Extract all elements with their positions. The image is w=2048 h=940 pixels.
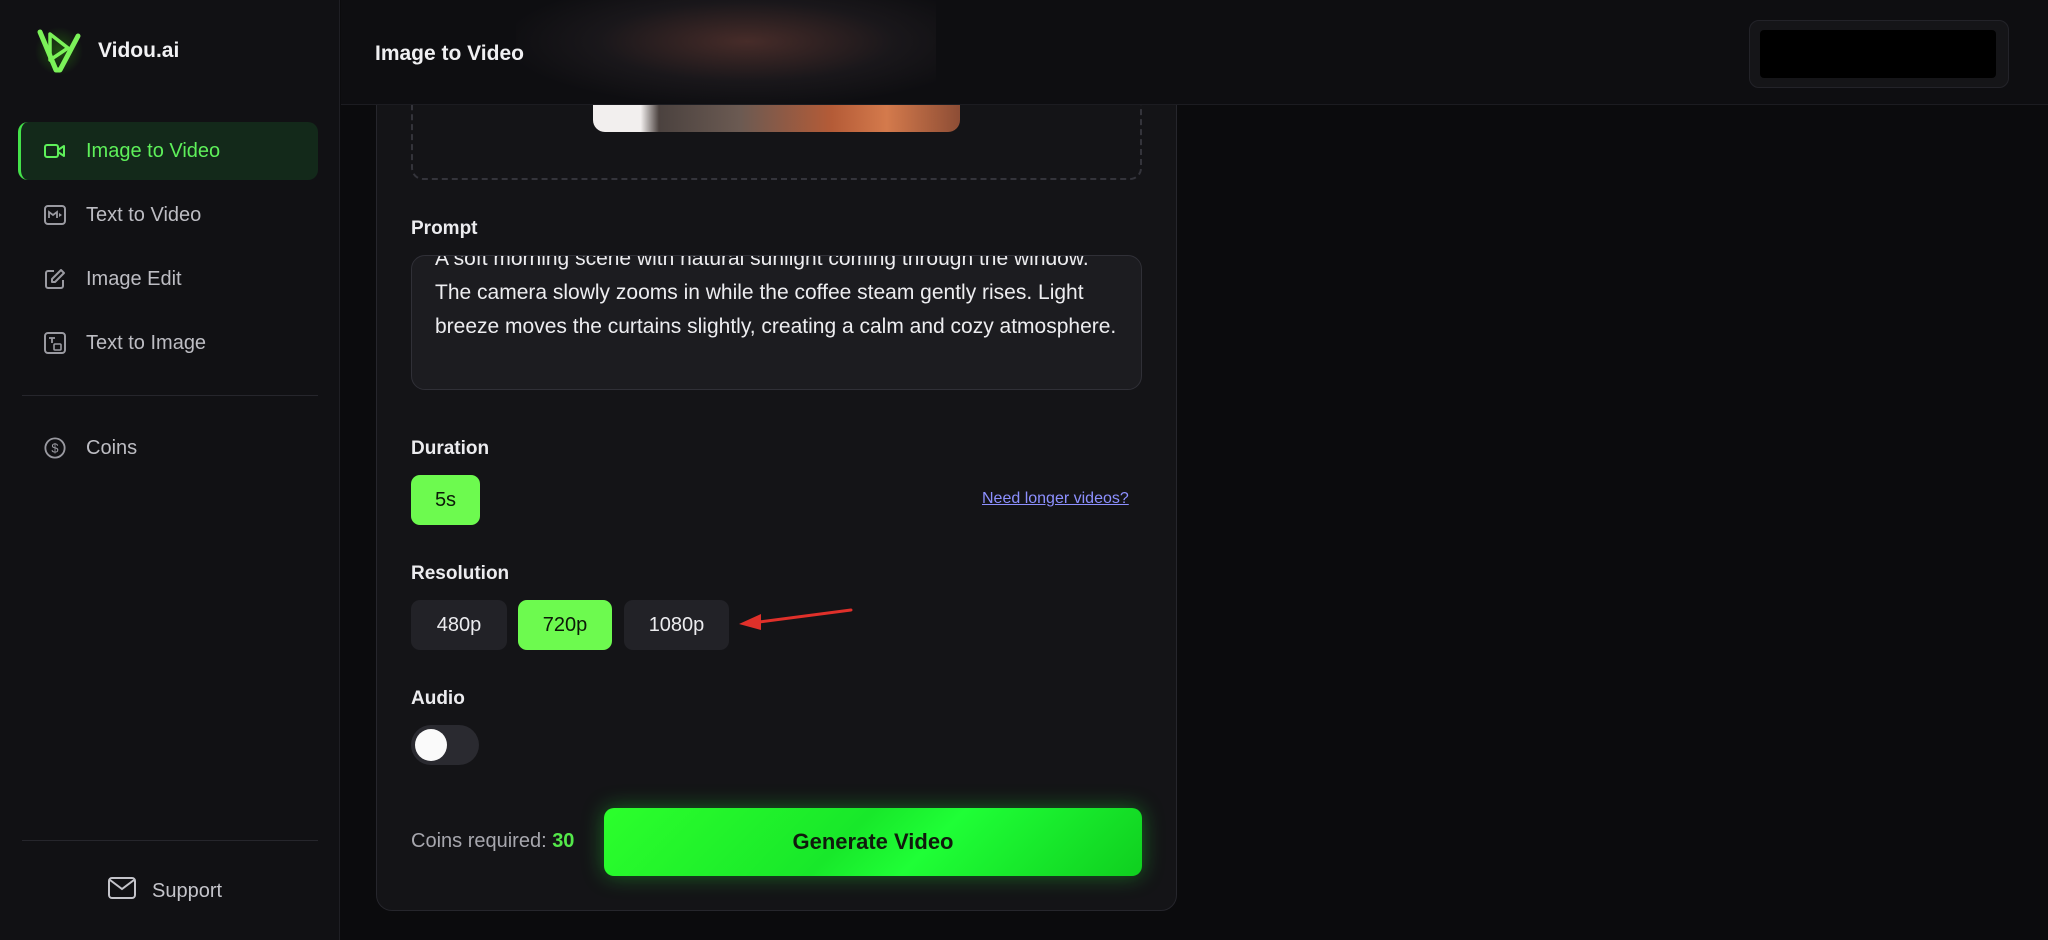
sidebar-item-text-to-image[interactable]: Text to Image: [18, 314, 318, 372]
audio-label: Audio: [411, 688, 465, 709]
sidebar-item-label: Text to Image: [86, 331, 207, 354]
sidebar-item-label: Text to Video: [86, 203, 202, 226]
top-header: Image to Video: [341, 0, 2048, 105]
header-account-area[interactable]: [1749, 20, 2009, 88]
duration-option-5s[interactable]: 5s: [411, 475, 480, 525]
sidebar-item-coins[interactable]: $ Coins: [18, 419, 318, 477]
duration-label: Duration: [411, 438, 490, 459]
resolution-option-720p[interactable]: 720p: [518, 600, 612, 650]
sidebar-item-label: Image Edit: [86, 267, 182, 290]
header-image-glow: [516, 0, 936, 104]
dollar-coin-icon: $: [44, 437, 66, 459]
app-name: Vidou.ai: [98, 39, 180, 62]
resolution-label: Resolution: [411, 563, 510, 584]
sidebar: Vidou.ai Image to Video Text to Video Im…: [0, 0, 340, 940]
text-video-icon: [44, 204, 66, 226]
need-longer-videos-link[interactable]: Need longer videos?: [982, 490, 1129, 508]
resolution-option-1080p[interactable]: 1080p: [624, 600, 729, 650]
video-camera-icon: [44, 140, 66, 162]
audio-toggle[interactable]: [411, 725, 479, 765]
sidebar-coins: $ Coins: [18, 419, 318, 483]
annotation-arrow: [739, 608, 853, 630]
sidebar-item-label: Image to Video: [86, 139, 221, 162]
text-image-icon: [44, 332, 66, 354]
sidebar-item-label: Coins: [86, 436, 138, 459]
header-redacted-block: [1760, 30, 1996, 78]
sidebar-nav: Image to Video Text to Video Image Edit …: [18, 122, 318, 378]
coins-required-label: Coins required:: [411, 830, 547, 852]
support-link[interactable]: Support: [108, 877, 222, 905]
support-label: Support: [152, 879, 223, 902]
prompt-label: Prompt: [411, 218, 478, 239]
vidou-logo-icon: [35, 27, 83, 75]
sidebar-divider-bottom: [22, 840, 318, 841]
generate-video-button[interactable]: Generate Video: [604, 808, 1142, 876]
coins-required: Coins required: 30: [411, 830, 574, 853]
sidebar-divider: [22, 395, 318, 396]
sidebar-item-image-edit[interactable]: Image Edit: [18, 250, 318, 308]
edit-icon: [44, 268, 66, 290]
sidebar-item-image-to-video[interactable]: Image to Video: [18, 122, 318, 180]
svg-text:$: $: [51, 441, 58, 456]
prompt-textarea[interactable]: A soft morning scene with natural sunlig…: [411, 255, 1142, 390]
resolution-option-480p[interactable]: 480p: [411, 600, 507, 650]
page-title: Image to Video: [375, 42, 524, 65]
logo[interactable]: Vidou.ai: [34, 24, 179, 78]
coins-required-value: 30: [552, 830, 575, 852]
mail-icon: [108, 877, 136, 905]
generation-form-panel: [376, 60, 1177, 911]
prompt-text: A soft morning scene with natural sunlig…: [435, 255, 1117, 338]
sidebar-item-text-to-video[interactable]: Text to Video: [18, 186, 318, 244]
audio-toggle-knob: [415, 729, 447, 761]
